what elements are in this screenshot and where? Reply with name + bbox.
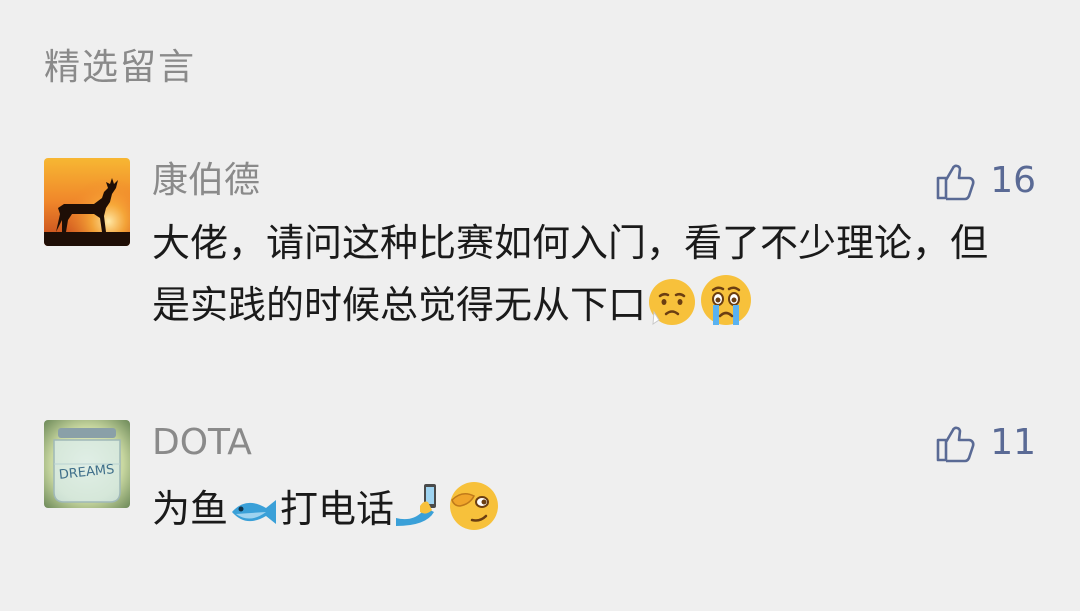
avatar[interactable] [44, 158, 130, 246]
fish-emoji [228, 492, 280, 532]
deer-avatar-image [44, 158, 130, 246]
thumbs-up-icon [936, 164, 975, 201]
phone-call-hand-emoji [394, 480, 446, 532]
like-button[interactable]: 16 [934, 158, 1036, 204]
like-count: 16 [990, 160, 1036, 201]
crying-face-emoji [698, 272, 754, 328]
smirk-face-emoji [446, 476, 502, 532]
thumbs-up-icon [936, 426, 975, 463]
comment-text-body: 大佬，请问这种比赛如何入门，看了不少理论，但是实践的时候总觉得无从下口 [152, 221, 989, 327]
section-title: 精选留言 [44, 47, 197, 88]
comment-text-part: 打电话 [280, 487, 395, 531]
dreams-jar-avatar-image: DREAMS [44, 420, 130, 508]
worried-face-emoji [646, 276, 698, 328]
comments-page: 精选留言 康伯德 16 大佬，请问这种比赛如何入门，看了不少理论，但是实践的时候… [0, 0, 1080, 611]
comment-text: 为鱼 打电话 [152, 476, 1022, 538]
comment-text-part: 为鱼 [152, 487, 229, 531]
comment-text: 大佬，请问这种比赛如何入门，看了不少理论，但是实践的时候总觉得无从下口 [152, 214, 1022, 334]
like-button[interactable]: 11 [934, 420, 1036, 466]
comment-username[interactable]: 康伯德 [152, 158, 260, 204]
like-count: 11 [990, 422, 1036, 463]
comment-username[interactable]: DOTA [152, 420, 252, 466]
avatar[interactable]: DREAMS [44, 420, 130, 508]
